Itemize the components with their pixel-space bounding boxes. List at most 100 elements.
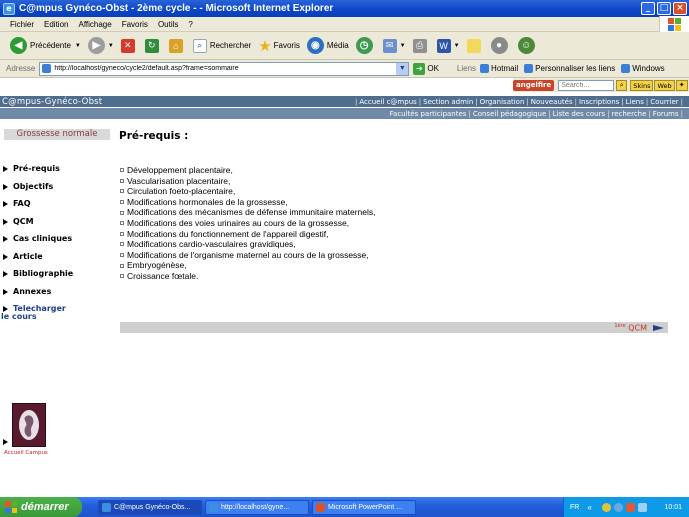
menu-help[interactable]: ? [188, 20, 192, 29]
search-button[interactable]: ⌕ Rechercher [192, 38, 251, 53]
ie-icon: e [3, 2, 15, 15]
next-page-bar: 1ère QCM [120, 322, 668, 333]
chevron-left-icon[interactable]: « [587, 503, 591, 512]
link-windows[interactable]: Windows [621, 64, 665, 73]
list-item-text: Modifications de l'organisme maternel au… [127, 249, 369, 260]
web-button[interactable]: Web [654, 79, 675, 91]
campus-logo-link[interactable]: Accueil Campus [3, 403, 53, 463]
minimize-button[interactable]: _ [641, 2, 655, 15]
arrow-right-icon[interactable] [653, 324, 664, 331]
triangle-right-icon [3, 271, 8, 277]
sidenav-annexes[interactable]: Annexes [3, 287, 113, 305]
nav-accueil-campus[interactable]: Accueil c@mpus [359, 98, 416, 106]
bullet-icon [120, 178, 124, 183]
sidenav-cas-cliniques[interactable]: Cas cliniques [3, 234, 113, 252]
list-item-text: Vascularisation placentaire, [127, 175, 231, 186]
triangle-right-icon [3, 253, 8, 260]
note-icon [466, 38, 481, 53]
sidenav-label: Objectifs [13, 181, 54, 191]
nav-inscriptions[interactable]: Inscriptions [579, 98, 619, 106]
sidenav-faq[interactable]: FAQ [3, 199, 113, 217]
link-page-icon [480, 64, 490, 73]
word-icon: W [436, 38, 451, 53]
discuss-button[interactable]: ● [490, 37, 511, 54]
menu-favoris[interactable]: Favoris [122, 20, 148, 29]
link-personnaliser[interactable]: Personnaliser les liens [524, 64, 615, 73]
address-url[interactable]: http://localhost/gyneco/cycle2/default.a… [54, 65, 396, 72]
task-label: C@mpus Gynéco-Obs... [114, 503, 191, 511]
print-icon: ⎙ [412, 38, 427, 53]
refresh-button[interactable]: ↻ [144, 38, 162, 53]
edit-button[interactable]: W ▼ [436, 38, 460, 53]
sidenav-bibliographie[interactable]: Bibliographie [3, 269, 113, 287]
skins-button[interactable]: Skins [630, 79, 654, 91]
bullet-icon [120, 253, 124, 258]
forward-button[interactable]: ▶ ▼ [87, 37, 114, 54]
sidenav-telecharger[interactable]: Telecharger le cours [1, 304, 113, 328]
go-button[interactable]: ➜ OK [413, 62, 439, 75]
print-button[interactable]: ⎙ [412, 38, 430, 53]
task-ie-campus[interactable]: C@mpus Gynéco-Obs... [98, 499, 202, 515]
triangle-right-icon [3, 236, 8, 242]
menu-outils[interactable]: Outils [158, 20, 178, 29]
clock[interactable]: 10:01 [664, 504, 682, 511]
nav-section-admin[interactable]: Section admin [423, 98, 473, 106]
nav-nouveautes[interactable]: Nouveautés [531, 98, 573, 106]
home-button[interactable]: ⌂ [168, 38, 186, 53]
volume-icon[interactable] [637, 502, 647, 512]
fetus-logo-icon [12, 403, 46, 447]
nav-recherche[interactable]: recherche [611, 110, 646, 118]
next-qcm-link[interactable]: 1ère QCM [614, 323, 647, 333]
security-icon[interactable] [625, 502, 635, 512]
stop-button[interactable]: ✕ [120, 38, 138, 53]
link-page-icon [621, 64, 631, 73]
back-button[interactable]: ◀ Précédente ▼ [10, 37, 81, 54]
menu-affichage[interactable]: Affichage [78, 20, 111, 29]
task-label: Microsoft PowerPoint ... [328, 503, 402, 511]
network-icon[interactable] [613, 502, 623, 512]
sidenav-article[interactable]: Article [3, 252, 113, 270]
notes-button[interactable] [466, 38, 484, 53]
tray-app-icon[interactable] [601, 502, 611, 512]
nav-courrier[interactable]: Courrier [650, 98, 678, 106]
link-hotmail[interactable]: Hotmail [480, 64, 518, 73]
side-navigation: Pré-requis Objectifs FAQ QCM Cas cliniqu… [1, 164, 113, 328]
sidenav-label: Article [13, 251, 43, 261]
angelfire-search-input[interactable] [558, 79, 615, 91]
sidenav-objectifs[interactable]: Objectifs [3, 182, 113, 200]
nav-liste-cours[interactable]: Liste des cours [553, 110, 605, 118]
maximize-button[interactable]: □ [657, 2, 671, 15]
address-input[interactable]: http://localhost/gyneco/cycle2/default.a… [39, 61, 410, 76]
task-ie-localhost[interactable]: http://localhost/gyne... [205, 499, 309, 515]
nav-facultes[interactable]: Facultés participantes [390, 110, 467, 118]
chevron-down-icon[interactable]: ▼ [396, 62, 409, 75]
close-button[interactable]: × [673, 2, 687, 15]
section-title: Grossesse normale [4, 129, 110, 140]
stop-icon: ✕ [120, 38, 135, 53]
sidenav-prerequis[interactable]: Pré-requis [3, 164, 113, 182]
bullet-icon [120, 168, 124, 173]
back-arrow-icon: ◀ [10, 37, 27, 54]
nav-organisation[interactable]: Organisation [480, 98, 525, 106]
nav-liens[interactable]: Liens [626, 98, 644, 106]
mail-button[interactable]: ✉ ▼ [382, 38, 406, 53]
search-icon[interactable]: ⌕ [616, 79, 628, 91]
task-powerpoint[interactable]: Microsoft PowerPoint ... [312, 499, 416, 515]
nav-forums[interactable]: Forums [653, 110, 679, 118]
menu-fichier[interactable]: Fichier [10, 20, 34, 29]
list-item: Modifications de l'organisme maternel au… [120, 250, 420, 261]
menu-edition[interactable]: Edition [44, 20, 68, 29]
media-button[interactable]: ◉ Média [306, 37, 349, 54]
go-arrow-icon: ➜ [413, 62, 426, 75]
favorites-button[interactable]: ★ Favoris [258, 37, 300, 55]
star-icon[interactable]: ✦ [675, 79, 688, 91]
sidenav-label: Pré-requis [13, 164, 60, 173]
triangle-right-icon [3, 218, 8, 225]
sidenav-qcm[interactable]: QCM [3, 217, 113, 235]
start-button[interactable]: démarrer [0, 497, 82, 517]
messenger-button[interactable]: ☺ [517, 37, 538, 54]
language-indicator[interactable]: FR [570, 504, 579, 511]
angelfire-logo[interactable]: angelfire [513, 79, 555, 91]
nav-conseil[interactable]: Conseil pédagogique [473, 110, 546, 118]
history-button[interactable]: ◷ [355, 37, 376, 54]
